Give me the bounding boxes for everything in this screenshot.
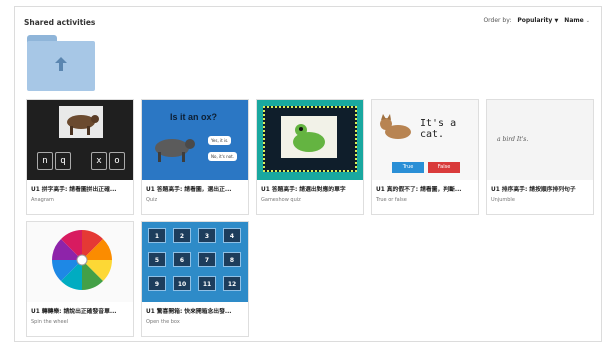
chevron-down-icon: ⌄ — [585, 18, 590, 24]
box-tile[interactable]: 12 — [223, 276, 241, 291]
letter-tile[interactable]: n — [37, 152, 53, 170]
card-title: U1 拼字高手: 請看圖拼出正確... — [31, 187, 117, 193]
card-type: Spin the wheel — [31, 319, 69, 325]
card-title: U1 排序高手: 請按順序排列句子 — [491, 187, 576, 193]
activity-card-anagram[interactable]: n q x o U1 拼字高手: 請看圖拼出正確... Anagram — [26, 99, 134, 215]
letter-tile[interactable]: q — [55, 152, 71, 170]
order-name-label: Name — [564, 17, 584, 24]
box-tile[interactable]: 1 — [148, 228, 166, 243]
wheel-icon — [52, 230, 112, 290]
false-button[interactable]: False — [428, 162, 460, 173]
quiz-question: Is it an ox? — [170, 112, 218, 122]
open-box-thumbnail: 1 2 3 4 5 6 7 8 9 10 11 12 — [142, 222, 248, 302]
quiz-thumbnail: Is it an ox? Yes, it is. No, it's not. — [142, 100, 248, 180]
activity-card-open-box[interactable]: 1 2 3 4 5 6 7 8 9 10 11 12 U1 驚喜開箱: 快來開箱… — [141, 221, 249, 337]
ox-image-icon — [59, 106, 103, 138]
box-tile[interactable]: 2 — [173, 228, 191, 243]
card-title: U1 答題高手: 請選出對應的單字 — [261, 187, 346, 193]
panel-title: Shared activities — [24, 18, 96, 27]
box-tile[interactable]: 10 — [173, 276, 191, 291]
quiz-answer-yes[interactable]: Yes, it is. — [208, 136, 232, 145]
shared-activities-panel: Shared activities Order by: Popularity ▼… — [14, 6, 602, 342]
quiz-answer-no[interactable]: No, it's not. — [208, 152, 237, 161]
card-type: Quiz — [146, 197, 158, 203]
folder-up-icon — [55, 57, 67, 71]
box-tile[interactable]: 8 — [223, 252, 241, 267]
ox-image-icon — [155, 139, 195, 162]
box-tile[interactable]: 9 — [148, 276, 166, 291]
card-type: Unjumble — [491, 197, 515, 203]
order-by-label: Order by: — [483, 17, 512, 24]
activity-card-true-false[interactable]: It's a cat. True False U1 真的假不了: 請看圖，判斷.… — [371, 99, 479, 215]
gameshow-thumbnail — [257, 100, 363, 180]
letter-tile[interactable]: x — [91, 152, 107, 170]
anagram-thumbnail: n q x o — [27, 100, 133, 180]
caret-down-icon: ▼ — [554, 18, 559, 24]
card-type: Gameshow quiz — [261, 197, 301, 203]
order-popularity-label: Popularity — [517, 17, 553, 24]
card-title: U1 答題高手: 請看圖，選出正... — [146, 187, 232, 193]
card-title: U1 轉轉樂: 請說出正確發音單... — [31, 309, 117, 315]
activity-card-unjumble[interactable]: a bird It's. U1 排序高手: 請按順序排列句子 Unjumble — [486, 99, 594, 215]
order-by-control: Order by: Popularity ▼ Name ⌄ — [483, 17, 590, 24]
activity-card-quiz[interactable]: Is it an ox? Yes, it is. No, it's not. U… — [141, 99, 249, 215]
parent-folder[interactable] — [27, 35, 95, 91]
order-name-select[interactable]: Name ⌄ — [564, 17, 590, 24]
true-false-statement: It's a cat. — [420, 118, 457, 140]
card-title: U1 驚喜開箱: 快來開箱念出發... — [146, 309, 232, 315]
box-tile[interactable]: 4 — [223, 228, 241, 243]
activity-card-spin-wheel[interactable]: U1 轉轉樂: 請說出正確發音單... Spin the wheel — [26, 221, 134, 337]
card-title: U1 真的假不了: 請看圖，判斷... — [376, 187, 462, 193]
frog-image-icon — [281, 116, 337, 158]
spin-wheel-thumbnail — [27, 222, 133, 302]
box-tile[interactable]: 11 — [198, 276, 216, 291]
card-type: True or false — [376, 197, 407, 203]
card-type: Open the box — [146, 319, 180, 325]
activity-card-gameshow[interactable]: U1 答題高手: 請選出對應的單字 Gameshow quiz — [256, 99, 364, 215]
cat-image-icon — [380, 114, 411, 139]
unjumble-thumbnail: a bird It's. — [487, 100, 593, 180]
order-popularity-select[interactable]: Popularity ▼ — [517, 17, 558, 24]
letter-tile[interactable]: o — [109, 152, 125, 170]
box-tile[interactable]: 7 — [198, 252, 216, 267]
true-false-thumbnail: It's a cat. True False — [372, 100, 478, 180]
box-tile[interactable]: 5 — [148, 252, 166, 267]
true-button[interactable]: True — [392, 162, 424, 173]
card-type: Anagram — [31, 197, 54, 203]
box-tile[interactable]: 3 — [198, 228, 216, 243]
unjumble-phrase: a bird It's. — [497, 136, 529, 143]
box-tile[interactable]: 6 — [173, 252, 191, 267]
